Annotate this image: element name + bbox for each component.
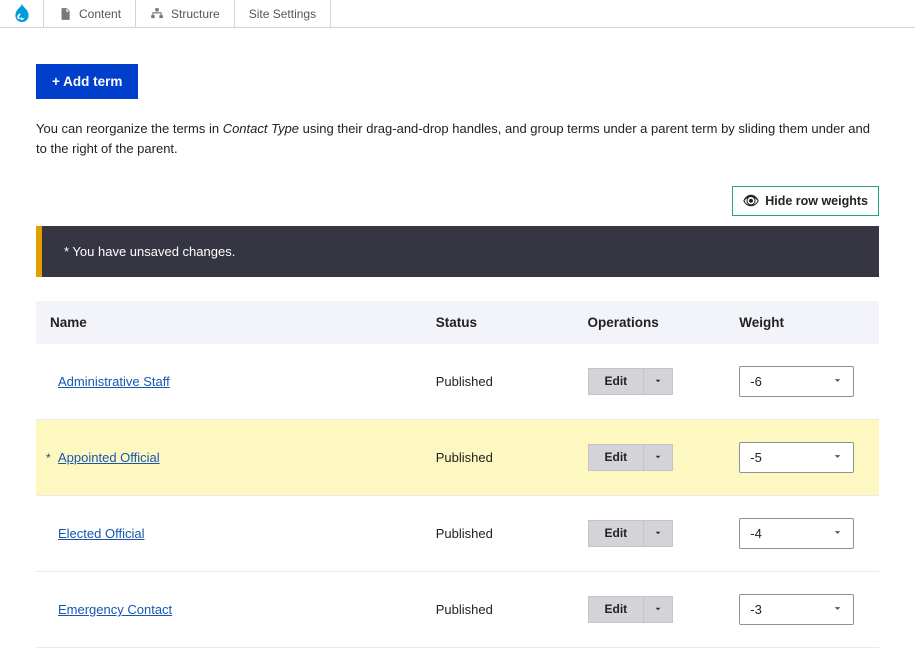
th-weight: Weight <box>727 301 879 344</box>
weight-select[interactable]: -6 <box>739 366 854 397</box>
weight-select[interactable]: -5 <box>739 442 854 473</box>
chevron-down-icon <box>832 374 843 389</box>
chevron-down-icon <box>832 450 843 465</box>
operations-toggle[interactable] <box>644 368 673 395</box>
status-cell: Published <box>424 496 576 572</box>
weight-value: -6 <box>750 374 762 389</box>
chevron-down-icon <box>832 526 843 541</box>
chevron-down-icon <box>653 526 663 541</box>
document-icon <box>58 7 72 21</box>
operations-dropbutton: Edit <box>588 368 674 395</box>
toolbar-content[interactable]: Content <box>43 0 136 27</box>
term-link[interactable]: Appointed Official <box>58 450 160 465</box>
weight-value: -3 <box>750 602 762 617</box>
notice-text: * You have unsaved changes. <box>64 244 235 259</box>
edit-button[interactable]: Edit <box>588 520 645 547</box>
edit-button[interactable]: Edit <box>588 368 645 395</box>
th-name: Name <box>36 301 424 344</box>
status-cell: Published <box>424 344 576 420</box>
toolbar-site-settings-label: Site Settings <box>249 7 316 21</box>
term-link[interactable]: Emergency Contact <box>58 602 172 617</box>
hide-row-weights-label: Hide row weights <box>765 194 868 208</box>
th-status: Status <box>424 301 576 344</box>
operations-dropbutton: Edit <box>588 596 674 623</box>
drupal-logo[interactable] <box>0 0 44 27</box>
th-operations: Operations <box>576 301 728 344</box>
chevron-down-icon <box>653 602 663 617</box>
edit-button[interactable]: Edit <box>588 444 645 471</box>
status-cell: Published <box>424 572 576 648</box>
eye-icon: 👁 <box>743 193 760 209</box>
weight-select[interactable]: -4 <box>739 518 854 549</box>
help-text: You can reorganize the terms in Contact … <box>36 119 879 158</box>
admin-toolbar: Content Structure Site Settings <box>0 0 915 28</box>
operations-toggle[interactable] <box>644 596 673 623</box>
term-link[interactable]: Elected Official <box>58 526 144 541</box>
hide-row-weights-button[interactable]: 👁 Hide row weights <box>732 186 879 216</box>
chevron-down-icon <box>653 450 663 465</box>
status-cell: Published <box>424 420 576 496</box>
changed-marker: * <box>46 451 54 465</box>
add-term-button[interactable]: + Add term <box>36 64 138 99</box>
table-row[interactable]: Emergency Contact Published Edit -3 <box>36 572 879 648</box>
chevron-down-icon <box>832 602 843 617</box>
weight-select[interactable]: -3 <box>739 594 854 625</box>
operations-toggle[interactable] <box>644 444 673 471</box>
operations-toggle[interactable] <box>644 520 673 547</box>
toolbar-site-settings[interactable]: Site Settings <box>234 0 331 27</box>
edit-button[interactable]: Edit <box>588 596 645 623</box>
chevron-down-icon <box>653 374 663 389</box>
weight-value: -5 <box>750 450 762 465</box>
toolbar-structure-label: Structure <box>171 7 220 21</box>
table-row[interactable]: * Appointed Official Published Edit -5 <box>36 420 879 496</box>
structure-icon <box>150 7 164 21</box>
toolbar-structure[interactable]: Structure <box>135 0 235 27</box>
operations-dropbutton: Edit <box>588 444 674 471</box>
unsaved-changes-notice: * You have unsaved changes. <box>36 226 879 277</box>
term-link[interactable]: Administrative Staff <box>58 374 170 389</box>
weight-value: -4 <box>750 526 762 541</box>
page-content: + Add term You can reorganize the terms … <box>0 28 915 648</box>
table-row[interactable]: Administrative Staff Published Edit -6 <box>36 344 879 420</box>
toolbar-content-label: Content <box>79 7 121 21</box>
operations-dropbutton: Edit <box>588 520 674 547</box>
terms-table: Name Status Operations Weight Administra… <box>36 301 879 648</box>
table-row[interactable]: Elected Official Published Edit -4 <box>36 496 879 572</box>
